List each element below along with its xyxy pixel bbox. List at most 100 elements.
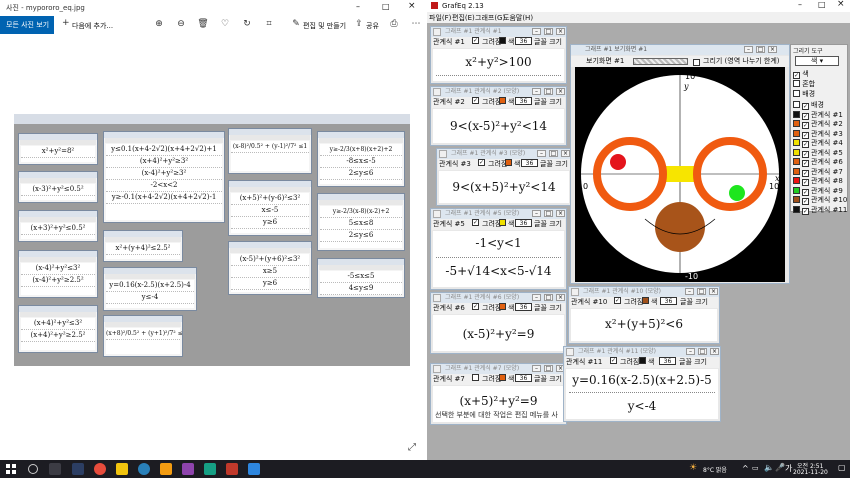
minimize-icon[interactable]: – — [532, 88, 541, 95]
minimize-icon[interactable]: – — [532, 294, 541, 301]
chrome-icon[interactable] — [94, 463, 106, 475]
relation-editor[interactable]: 9<(x-5)²+y²<14 — [433, 109, 564, 143]
relation-window-5[interactable]: 그래프 #1 관계식 #5 (모양) – □ × 관계식 #5 ✓ 그려짐 색 … — [430, 208, 567, 290]
minimize-icon[interactable]: – — [798, 0, 802, 9]
edge-icon[interactable] — [138, 463, 150, 475]
tray-chevron-icon[interactable]: ^ — [742, 464, 749, 473]
notification-icon[interactable]: ▢ — [838, 463, 846, 472]
close-icon[interactable]: × — [768, 46, 777, 53]
tools-relation-item[interactable]: ✓ 관계식 #5 — [793, 148, 843, 158]
close-icon[interactable]: × — [710, 348, 719, 355]
menu-graph[interactable]: 그래프(G) — [475, 13, 505, 23]
zoom-out-icon[interactable]: ⊖ — [175, 19, 187, 31]
tools-relation-item[interactable]: ✓ 관계식 #6 — [793, 157, 843, 167]
kakaotalk-icon[interactable] — [116, 463, 128, 475]
relation-line[interactable]: y=0.16(x-2.5)(x+2.5)-5 — [566, 373, 718, 387]
maximize-icon[interactable]: □ — [544, 88, 553, 95]
tools-option-bg[interactable]: 배경 — [793, 89, 815, 99]
relation-window-6[interactable]: 그래프 #1 관계식 #6 (모양) – □ × 관계식 #6 ✓ 그려짐 색 … — [430, 292, 567, 354]
rotate-icon[interactable]: ↻ — [241, 19, 253, 31]
folder-icon[interactable] — [160, 463, 172, 475]
relation-editor[interactable]: y=0.16(x-2.5)(x+2.5)-5 y<-4 — [566, 369, 718, 419]
tools-relation-item[interactable]: ✓ 관계식 #4 — [793, 138, 843, 148]
relation-line[interactable]: x²+(y+5)²<6 — [571, 317, 717, 331]
add-to-button[interactable]: 다음에 추가... — [72, 21, 113, 31]
relation-window-11[interactable]: 그래프 #1 관계식 #11 (모양) – □ × 관계식 #11 ✓ 그려짐 … — [563, 346, 721, 422]
more-icon[interactable]: ⋯ — [410, 19, 422, 31]
tools-relation-item[interactable]: ✓ 관계식 #1 — [793, 110, 843, 120]
tools-relation-item[interactable]: ✓ 배경 — [793, 100, 824, 110]
grafeq-taskbar-icon[interactable] — [226, 463, 238, 475]
language-icon[interactable]: 가 — [785, 463, 792, 474]
weather-text[interactable]: 8°C 맑음 — [703, 465, 727, 474]
volume-icon[interactable]: 🔈 — [764, 463, 774, 472]
close-icon[interactable]: × — [561, 150, 570, 157]
tools-relation-item[interactable]: ✓ 관계식 #7 — [793, 167, 843, 177]
relation-editor[interactable]: (x+5)²+y²=9 선택한 부분에 대한 작업은 편집 메뉴를 사 — [433, 386, 564, 422]
tools-relation-swatch[interactable] — [793, 129, 800, 137]
network-icon[interactable]: ▭ — [752, 464, 759, 472]
relation-line[interactable]: 9<(x-5)²+y²<14 — [433, 119, 564, 133]
start-icon[interactable] — [6, 464, 16, 474]
tools-option-color[interactable]: ✓ 색 — [793, 69, 809, 79]
close-icon[interactable]: × — [556, 28, 565, 35]
app-icon[interactable] — [204, 463, 216, 475]
relation-line[interactable]: (x+5)²+y²=9 — [433, 394, 564, 408]
close-icon[interactable]: × — [556, 88, 565, 95]
relation-line[interactable]: 9<(x+5)²+y²<14 — [439, 180, 569, 194]
tools-relation-swatch[interactable] — [793, 110, 800, 118]
minimize-icon[interactable]: – — [686, 348, 695, 355]
tools-relation-checkbox[interactable]: ✓ — [802, 207, 809, 215]
relation-editor[interactable]: -1<y<1 -5+√14<x<5-√14 — [433, 231, 564, 287]
maximize-icon[interactable]: □ — [544, 28, 553, 35]
minimize-icon[interactable]: – — [532, 210, 541, 217]
microphone-icon[interactable]: 🎤 — [775, 463, 785, 472]
relation-line[interactable]: -5+√14<x<5-√14 — [433, 264, 564, 278]
minimize-icon[interactable]: – — [537, 150, 546, 157]
share-button[interactable]: 공유 — [366, 21, 379, 31]
graph-plot[interactable]: 10 -10 -10 10 x y — [575, 67, 785, 282]
edit-create-button[interactable]: 편집 및 만들기 — [303, 21, 346, 31]
tools-relation-swatch[interactable] — [793, 120, 800, 127]
tools-relation-swatch[interactable] — [793, 205, 800, 213]
see-all-photos-button[interactable]: 모든 사진 보기 — [0, 16, 54, 34]
task-view-icon[interactable] — [49, 463, 61, 475]
add-icon[interactable]: + — [62, 18, 70, 28]
relation-line[interactable]: -1<y<1 — [433, 236, 564, 250]
relation-window-10[interactable]: 그래프 #1 관계식 #10 (모양) – □ × 관계식 #10 ✓ 그려짐 … — [568, 286, 720, 344]
tools-relation-item[interactable]: ✓ 관계식 #11 — [793, 205, 847, 215]
app-icon[interactable] — [182, 463, 194, 475]
tools-dropdown[interactable]: 색 ▾ — [795, 56, 839, 66]
minimize-icon[interactable]: – — [744, 46, 753, 53]
crop-icon[interactable]: ⌗ — [263, 19, 275, 31]
relation-window-7[interactable]: 그래프 #1 관계식 #7 (모양) – □ × 관계식 #7 그려짐 색 36… — [430, 363, 567, 425]
zoom-in-icon[interactable]: ⊕ — [153, 19, 165, 31]
minimize-icon[interactable]: – — [685, 288, 694, 295]
tools-relation-swatch[interactable] — [793, 139, 800, 146]
clock-date[interactable]: 2021-11-20 — [793, 469, 828, 476]
tools-relation-item[interactable]: ✓ 관계식 #10 — [793, 195, 847, 205]
maximize-icon[interactable]: □ — [698, 348, 707, 355]
tools-relation-swatch[interactable] — [793, 177, 800, 184]
favorite-icon[interactable]: ♡ — [219, 19, 231, 31]
relation-line[interactable]: x²+y²>100 — [433, 55, 564, 69]
tools-relation-item[interactable]: ✓ 관계식 #9 — [793, 186, 843, 196]
close-icon[interactable]: × — [556, 210, 565, 217]
relation-editor[interactable]: x²+(y+5)²<6 — [571, 309, 717, 341]
relation-editor[interactable]: x²+y²>100 — [433, 49, 564, 81]
close-icon[interactable]: × — [556, 294, 565, 301]
relation-window-3[interactable]: 그래프 #1 관계식 #3 (모양) – □ × 관계식 #3 ✓ 그려짐 색 … — [436, 148, 572, 206]
menu-edit[interactable]: 편집(E) — [452, 13, 475, 23]
maximize-icon[interactable]: □ — [818, 0, 826, 9]
maximize-icon[interactable]: □ — [549, 150, 558, 157]
menu-help[interactable]: 도움말(H) — [503, 13, 533, 23]
photos-taskbar-icon[interactable] — [248, 463, 260, 475]
relation-editor[interactable]: 9<(x+5)²+y²<14 — [439, 171, 569, 203]
delete-icon[interactable]: 🗑 — [197, 19, 209, 31]
close-icon[interactable]: × — [837, 0, 845, 9]
maximize-icon[interactable]: □ — [544, 294, 553, 301]
share-icon[interactable]: ⇪ — [353, 19, 365, 31]
maximize-icon[interactable]: □ — [544, 210, 553, 217]
relation-window-1[interactable]: 그래프 #1 관계식 #1 – □ × 관계식 #1 ✓ 그려짐 색 36 글꼴… — [430, 26, 567, 84]
tools-relation-swatch[interactable] — [793, 158, 800, 165]
